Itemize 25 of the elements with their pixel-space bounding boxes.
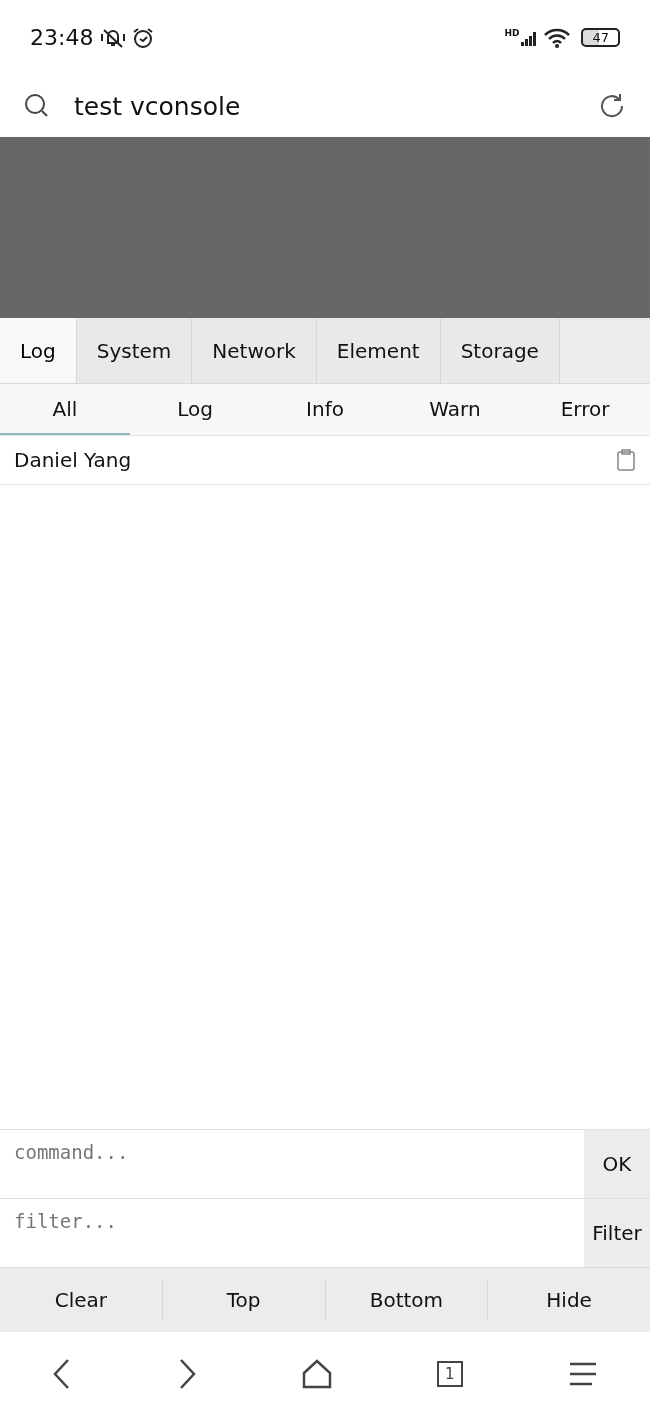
- network-type-label: HD: [504, 28, 520, 38]
- forward-icon[interactable]: [177, 1358, 198, 1390]
- log-filter-tab[interactable]: Info: [260, 384, 390, 435]
- toolbar-button[interactable]: Hide: [488, 1280, 650, 1320]
- log-filter-tab[interactable]: All: [0, 384, 130, 435]
- log-filter-tab[interactable]: Warn: [390, 384, 520, 435]
- console-tab[interactable]: Log: [0, 318, 77, 383]
- toolbar-button[interactable]: Top: [162, 1280, 326, 1320]
- ok-button[interactable]: OK: [584, 1130, 650, 1198]
- clipboard-icon[interactable]: [616, 449, 636, 471]
- log-message: Daniel Yang: [14, 448, 132, 472]
- toolbar-button[interactable]: Clear: [0, 1280, 163, 1320]
- toolbar-button[interactable]: Bottom: [325, 1280, 489, 1320]
- reload-icon[interactable]: [598, 92, 626, 120]
- tabs-button[interactable]: 1: [436, 1361, 463, 1387]
- home-icon[interactable]: [302, 1359, 332, 1389]
- clock-time: 23:48: [30, 25, 94, 50]
- address-text[interactable]: test vconsole: [74, 91, 574, 121]
- menu-icon[interactable]: [567, 1361, 598, 1387]
- search-icon: [24, 93, 50, 119]
- log-filter-tab[interactable]: Log: [130, 384, 260, 435]
- filter-button[interactable]: Filter: [584, 1199, 650, 1267]
- battery-level: 47: [581, 28, 620, 47]
- log-filter-tab[interactable]: Error: [520, 384, 650, 435]
- wifi-icon: [543, 26, 572, 49]
